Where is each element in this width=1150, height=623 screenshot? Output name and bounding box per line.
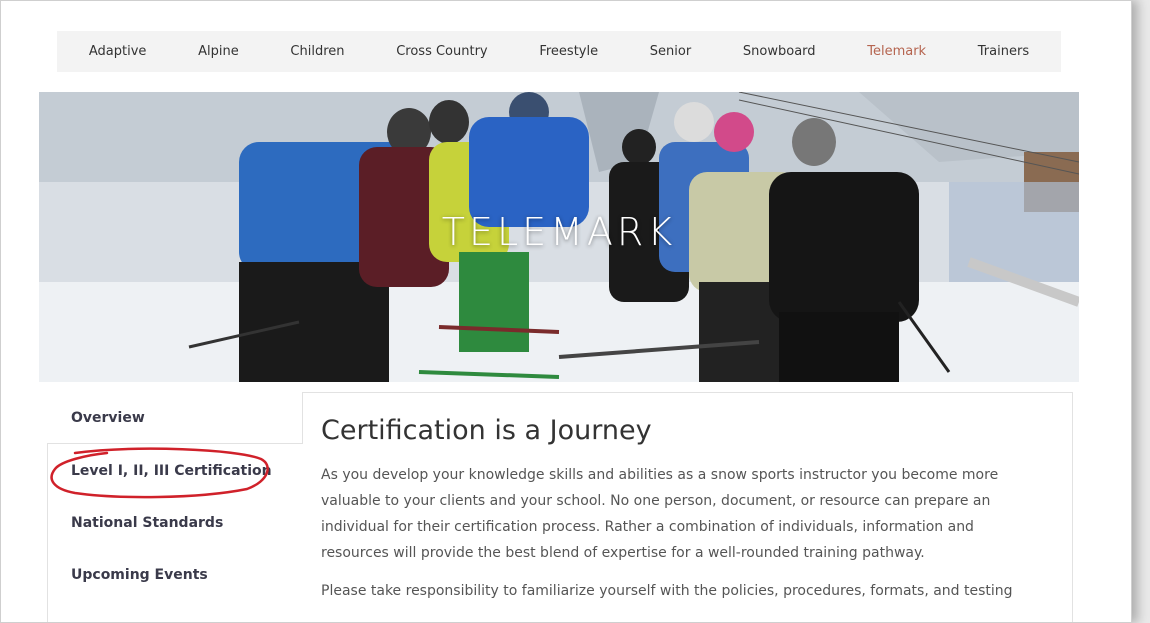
nav-alpine[interactable]: Alpine xyxy=(194,44,243,59)
nav-senior[interactable]: Senior xyxy=(646,44,695,59)
browser-page: Adaptive Alpine Children Cross Country F… xyxy=(0,0,1132,623)
sidebar-item-national-standards[interactable]: National Standards xyxy=(47,497,303,549)
nav-cross-country[interactable]: Cross Country xyxy=(392,44,491,59)
second-paragraph: Please take responsibility to familiariz… xyxy=(321,583,1013,599)
nav-children[interactable]: Children xyxy=(286,44,348,59)
nav-adaptive[interactable]: Adaptive xyxy=(85,44,151,59)
sidebar-item-certification[interactable]: Level I, II, III Certification xyxy=(47,445,303,497)
discipline-nav: Adaptive Alpine Children Cross Country F… xyxy=(57,31,1061,72)
sidebar-item-overview[interactable]: Overview xyxy=(47,392,303,444)
sidebar-nav: Overview Level I, II, III Certification … xyxy=(47,392,303,601)
hero-banner: TELEMARK xyxy=(39,92,1079,382)
nav-snowboard[interactable]: Snowboard xyxy=(739,44,820,59)
nav-freestyle[interactable]: Freestyle xyxy=(535,44,602,59)
intro-paragraph: As you develop your knowledge skills and… xyxy=(321,467,999,561)
nav-telemark[interactable]: Telemark xyxy=(863,44,930,59)
nav-trainers[interactable]: Trainers xyxy=(974,44,1033,59)
hero-title: TELEMARK xyxy=(441,210,677,254)
sidebar-item-upcoming-events[interactable]: Upcoming Events xyxy=(47,549,303,601)
page-heading: Certification is a Journey xyxy=(321,415,652,446)
main-content: Certification is a Journey As you develo… xyxy=(321,415,1041,616)
